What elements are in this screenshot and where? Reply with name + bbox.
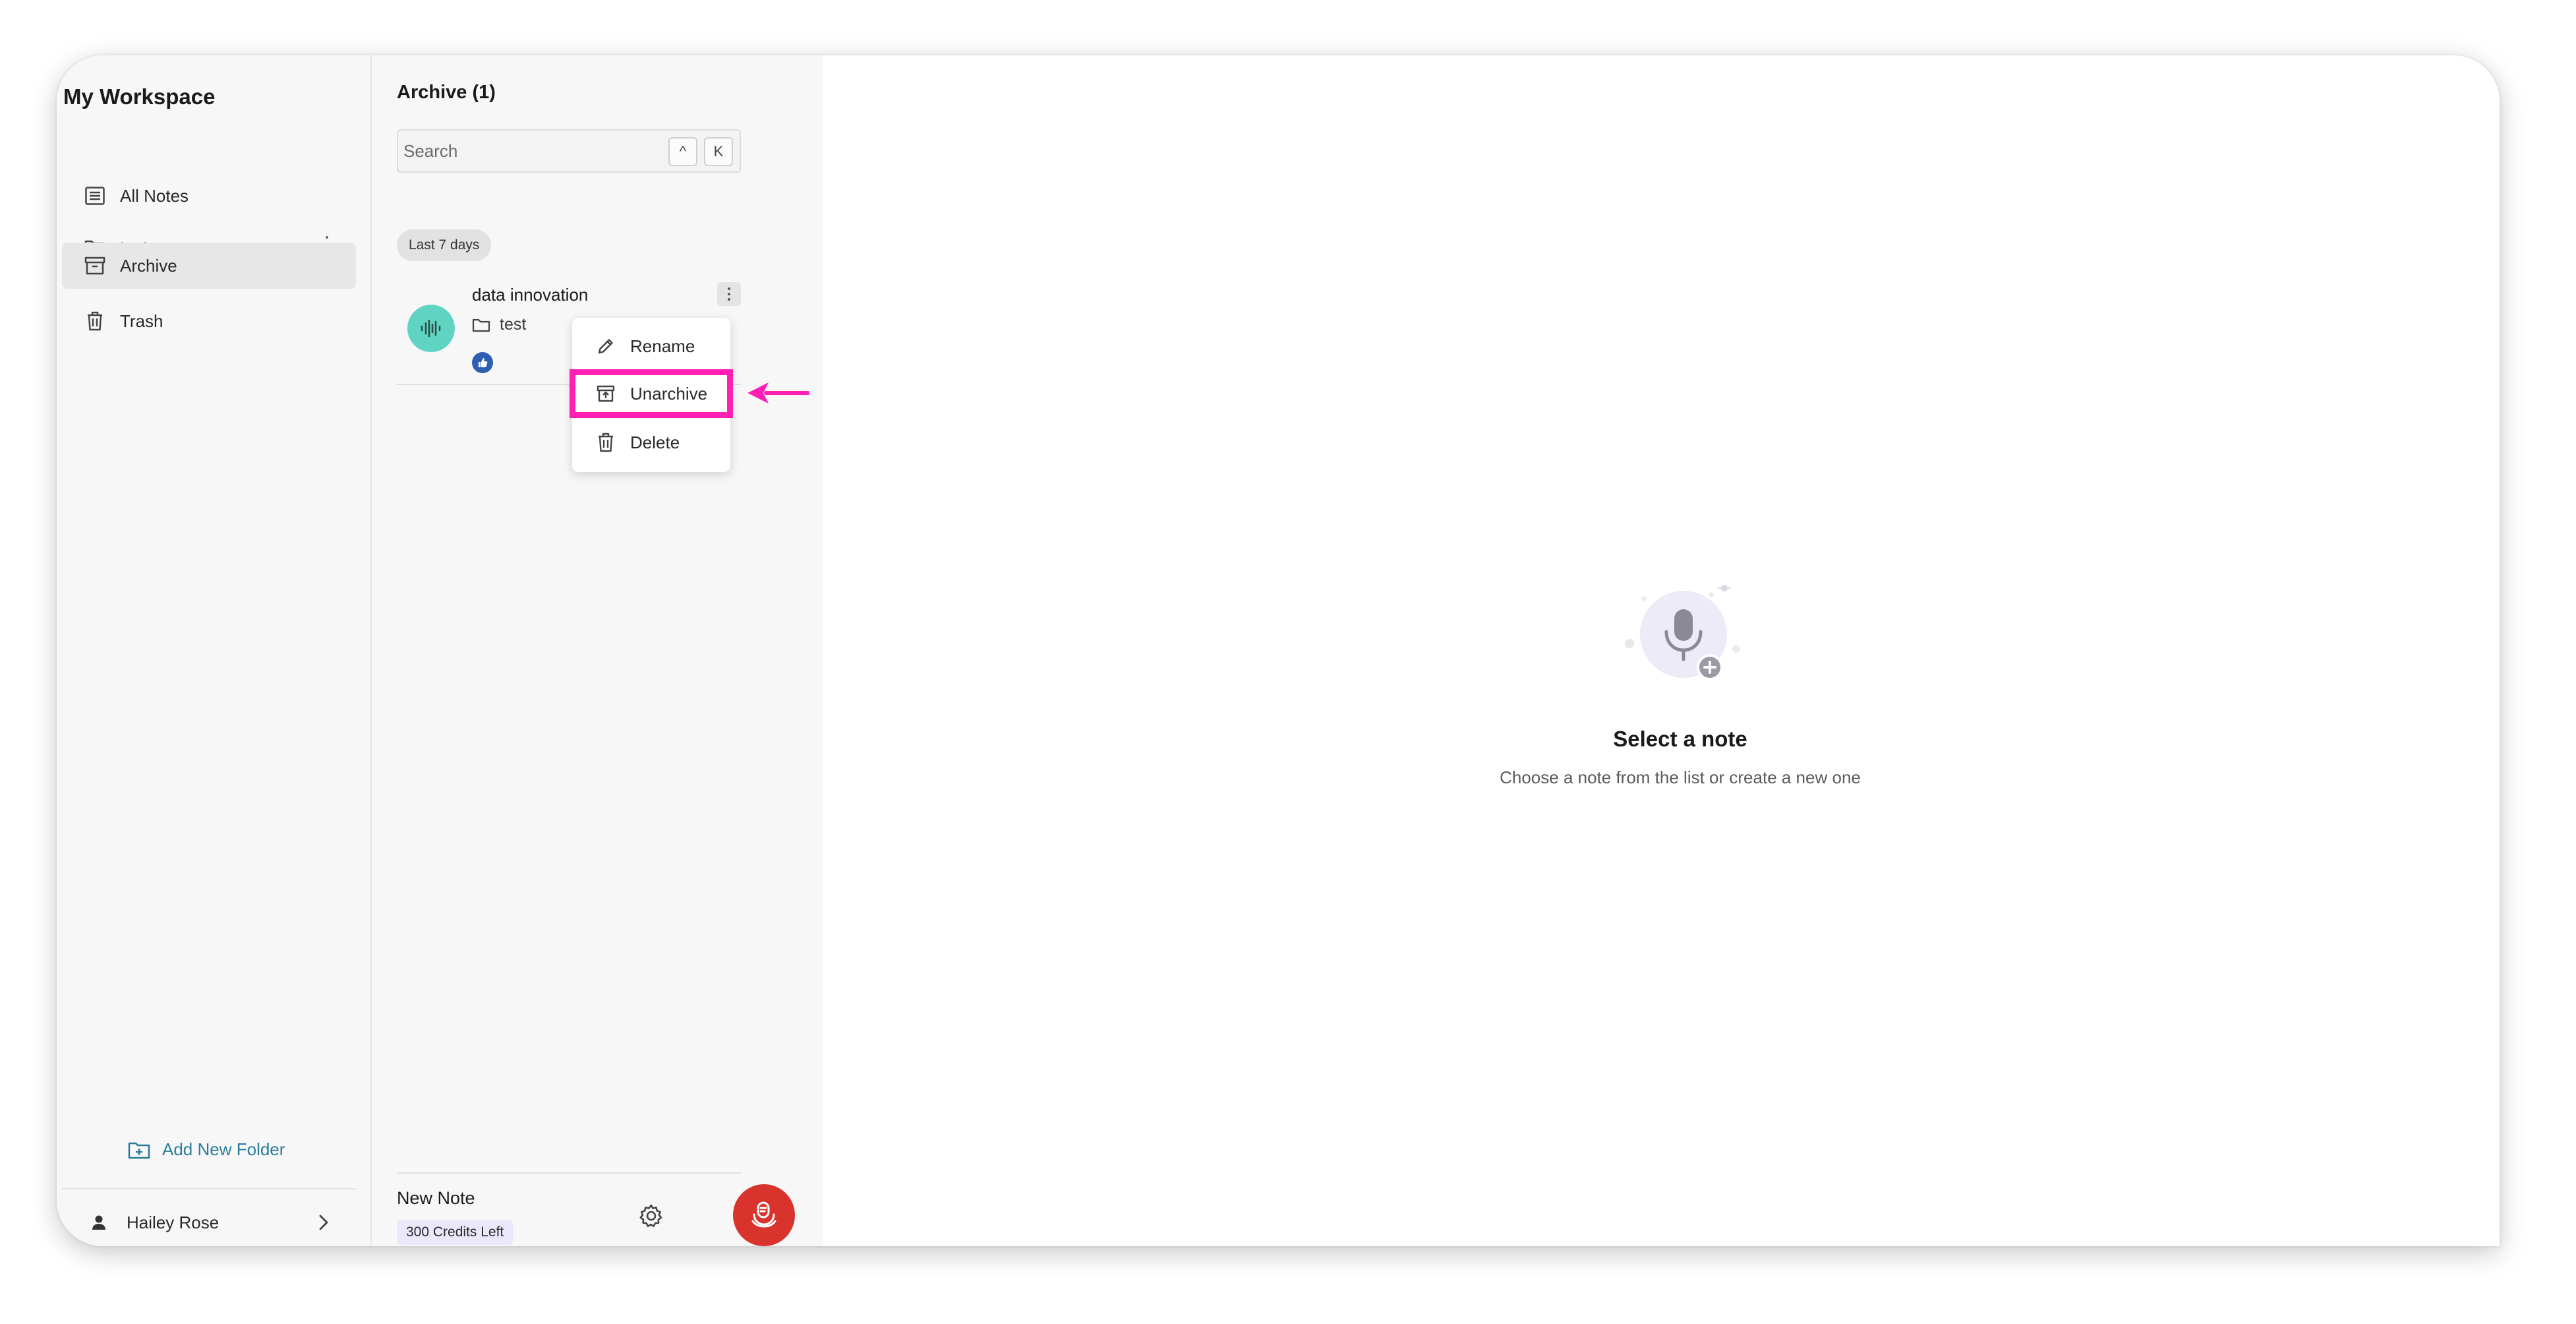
unarchive-icon (595, 382, 617, 405)
pencil-icon (595, 335, 617, 357)
folder-icon (472, 318, 490, 332)
note-list-panel: Archive (1) ^ K Last 7 days data innovat… (372, 55, 823, 1246)
workspace-title: My Workspace (63, 84, 216, 109)
menu-item-unarchive[interactable]: Unarchive (570, 369, 733, 418)
trash-icon (595, 431, 617, 454)
menu-item-delete[interactable]: Delete (572, 421, 730, 464)
list-title: Archive (1) (397, 82, 496, 103)
sidebar-item-label: All Notes (120, 185, 189, 206)
microphone-illustration-icon (1620, 580, 1752, 689)
app-window: My Workspace All Notes test Archive Trash… (57, 55, 2500, 1246)
user-profile-row[interactable]: Hailey Rose (62, 1203, 356, 1242)
menu-item-label: Delete (630, 432, 680, 452)
note-folder-label: test (500, 315, 527, 334)
add-new-folder-label: Add New Folder (162, 1139, 285, 1159)
date-group-label: Last 7 days (397, 229, 492, 261)
sidebar-item-trash[interactable]: Trash (62, 298, 356, 344)
menu-item-rename[interactable]: Rename (572, 324, 730, 368)
trash-icon (84, 311, 105, 332)
menu-item-label: Rename (630, 336, 695, 356)
sidebar: My Workspace All Notes test ArchiveTrash… (57, 55, 372, 1246)
sidebar-divider (62, 1188, 356, 1189)
record-icon (749, 1199, 779, 1232)
folder-plus-icon (128, 1141, 150, 1159)
search-input[interactable] (403, 137, 654, 165)
chevron-right-icon (318, 1213, 330, 1236)
empty-state-title: Select a note (1613, 727, 1747, 751)
waveform-icon (407, 305, 455, 352)
shortcut-key-ctrl: ^ (668, 137, 697, 166)
footer-divider (397, 1172, 741, 1174)
menu-item-label: Unarchive (630, 383, 708, 404)
user-name: Hailey Rose (127, 1212, 220, 1232)
archive-icon (84, 255, 105, 276)
note-context-menu: Rename Unarchive Delete (570, 318, 733, 472)
list-icon (84, 185, 105, 206)
shortcut-key-k: K (704, 137, 733, 166)
sidebar-item-all-notes[interactable]: All Notes (62, 173, 356, 219)
sidebar-item-label: Archive (120, 255, 177, 276)
thumbs-up-icon (472, 352, 493, 373)
empty-state-subtitle: Choose a note from the list or create a … (1500, 767, 1861, 787)
main-content: Select a note Choose a note from the lis… (823, 55, 2500, 1246)
user-icon (88, 1212, 109, 1233)
annotation-arrow-icon (746, 378, 810, 411)
credits-badge: 300 Credits Left (397, 1220, 513, 1245)
record-button[interactable] (733, 1184, 795, 1246)
settings-gear-icon[interactable] (638, 1203, 664, 1232)
sidebar-item-label: Trash (120, 311, 163, 331)
search-box: ^ K (397, 129, 741, 173)
note-folder: test (472, 315, 526, 334)
new-note-label: New Note (397, 1188, 475, 1208)
sidebar-item-archive[interactable]: Archive (62, 243, 356, 289)
note-title: data innovation (472, 285, 589, 305)
add-new-folder-button[interactable]: Add New Folder (128, 1139, 285, 1160)
note-options-button[interactable] (717, 282, 741, 306)
